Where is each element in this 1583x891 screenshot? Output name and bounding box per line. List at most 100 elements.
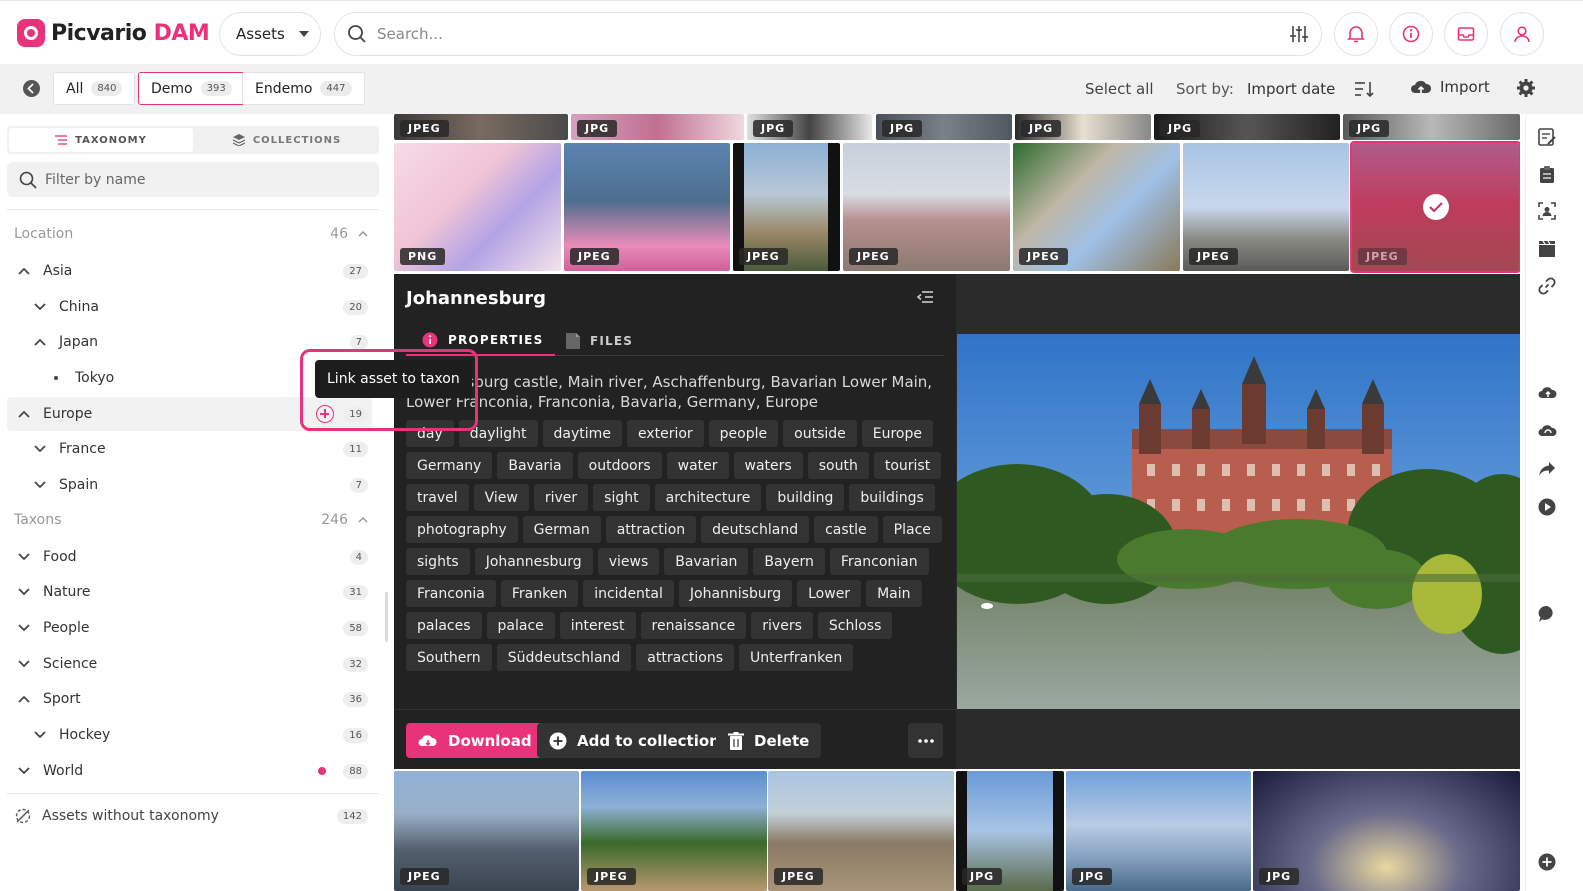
tag-chip[interactable]: outside: [783, 420, 857, 447]
chevron-down-icon[interactable]: [15, 624, 33, 632]
filter-by-name-input[interactable]: [45, 171, 219, 188]
tag-chip[interactable]: sights: [406, 548, 470, 575]
gear-icon[interactable]: [1516, 78, 1536, 98]
chevron-down-icon[interactable]: [15, 553, 33, 561]
tree-item-hockey[interactable]: Hockey 16: [7, 718, 372, 752]
tag-chip[interactable]: photography: [406, 516, 518, 543]
tag-chip[interactable]: Franconia: [406, 580, 496, 607]
tab-files[interactable]: FILES: [566, 326, 633, 356]
tag-chip[interactable]: exterior: [626, 420, 704, 447]
download-button[interactable]: Download: [406, 723, 544, 758]
back-arrow-icon[interactable]: [22, 79, 41, 98]
tag-chip[interactable]: renaissance: [640, 612, 747, 639]
asset-thumbnail[interactable]: JPEG: [394, 771, 579, 891]
tag-chip[interactable]: Schloss: [817, 612, 893, 639]
tag-chip[interactable]: river: [533, 484, 589, 511]
chevron-down-icon[interactable]: [31, 445, 49, 453]
chevron-up-icon[interactable]: [15, 410, 33, 418]
notifications-button[interactable]: [1334, 12, 1378, 56]
import-button[interactable]: Import: [1410, 78, 1490, 96]
chevron-up-icon[interactable]: [358, 517, 368, 523]
user-profile-button[interactable]: [1500, 12, 1544, 56]
chevron-up-icon[interactable]: [31, 338, 49, 346]
asset-thumbnail[interactable]: JPEG: [768, 771, 954, 891]
tree-item-people[interactable]: People 58: [7, 611, 372, 645]
cloud-upload-icon[interactable]: [1538, 385, 1558, 401]
collapse-panel-icon[interactable]: [916, 290, 934, 304]
tag-chip[interactable]: palace: [486, 612, 555, 639]
tag-chip[interactable]: Lower: [797, 580, 862, 607]
share-arrow-icon[interactable]: [1538, 461, 1556, 477]
tree-item-nature[interactable]: Nature 31: [7, 575, 372, 609]
tag-chip[interactable]: Süddeutschland: [496, 644, 632, 671]
more-options-button[interactable]: [908, 723, 943, 758]
tag-chip[interactable]: Bavaria: [497, 452, 573, 479]
tree-item-science[interactable]: Science 32: [7, 647, 372, 681]
tag-chip[interactable]: architecture: [654, 484, 762, 511]
tag-chip[interactable]: building: [766, 484, 845, 511]
tree-item-france[interactable]: France 11: [7, 432, 372, 466]
tag-chip[interactable]: water: [666, 452, 729, 479]
asset-thumbnail[interactable]: JPEG: [564, 143, 730, 271]
sort-dropdown[interactable]: Import date: [1247, 80, 1335, 98]
tab-taxonomy[interactable]: TAXONOMY: [9, 128, 193, 152]
tree-item-food[interactable]: Food 4: [7, 540, 372, 574]
asset-thumbnail[interactable]: JPG: [1154, 114, 1340, 140]
asset-thumbnail[interactable]: JPG: [571, 114, 744, 140]
chevron-up-icon[interactable]: [15, 267, 33, 275]
tag-chip[interactable]: Place: [882, 516, 942, 543]
tag-chip[interactable]: Germany: [406, 452, 493, 479]
tree-item-spain[interactable]: Spain 7: [7, 468, 372, 502]
chevron-down-icon[interactable]: [15, 660, 33, 668]
tag-chip[interactable]: travel: [406, 484, 469, 511]
assets-without-taxonomy[interactable]: Assets without taxonomy 142: [14, 804, 372, 828]
asset-thumbnail-selected[interactable]: JPEG: [1350, 141, 1520, 273]
face-recognition-icon[interactable]: [1538, 202, 1556, 220]
checkmark-icon[interactable]: [1422, 194, 1449, 220]
tag-chip[interactable]: rivers: [751, 612, 813, 639]
tag-chip[interactable]: interest: [559, 612, 636, 639]
search-input[interactable]: [377, 25, 1237, 43]
clipboard-icon[interactable]: [1538, 165, 1556, 183]
filter-sliders-icon[interactable]: [1289, 24, 1309, 44]
brand-logo[interactable]: Picvario DAM: [17, 19, 210, 47]
tag-chip[interactable]: Johannesburg: [474, 548, 593, 575]
tag-chip[interactable]: Unterfranken: [739, 644, 854, 671]
tab-demo[interactable]: Demo 393: [138, 72, 245, 105]
tree-item-asia[interactable]: Asia 27: [7, 254, 372, 288]
link-icon[interactable]: [1538, 277, 1556, 295]
tree-item-china[interactable]: China 20: [7, 290, 372, 324]
tab-collections[interactable]: COLLECTIONS: [195, 126, 379, 154]
tag-chip[interactable]: Franken: [500, 580, 579, 607]
asset-thumbnail[interactable]: JPG: [1015, 114, 1151, 140]
video-clip-icon[interactable]: [1538, 240, 1556, 258]
tag-chip[interactable]: Bayern: [753, 548, 825, 575]
tag-chip[interactable]: Johannisburg: [678, 580, 793, 607]
taxons-section-header[interactable]: Taxons 246: [14, 512, 372, 528]
location-section-header[interactable]: Location 46: [14, 226, 372, 242]
tag-chip[interactable]: people: [708, 420, 779, 447]
asset-thumbnail[interactable]: JPEG: [1183, 143, 1349, 271]
tag-chip[interactable]: Southern: [406, 644, 492, 671]
play-circle-icon[interactable]: [1538, 498, 1556, 516]
tag-chip[interactable]: south: [807, 452, 869, 479]
tab-endemo[interactable]: Endemo 447: [242, 72, 365, 105]
cloud-sync-icon[interactable]: [1538, 423, 1558, 439]
add-to-collection-button[interactable]: Add to collection: [537, 723, 732, 758]
tag-chip[interactable]: sight: [593, 484, 650, 511]
asset-thumbnail[interactable]: JPG: [1253, 771, 1520, 891]
tag-chip[interactable]: Europe: [861, 420, 933, 447]
sidebar-scrollbar[interactable]: [385, 592, 388, 642]
chevron-up-icon[interactable]: [358, 231, 368, 237]
asset-preview-image[interactable]: [957, 334, 1520, 709]
asset-thumbnail[interactable]: JPEG: [843, 143, 1010, 271]
tag-chip[interactable]: incidental: [583, 580, 674, 607]
tag-chip[interactable]: castle: [814, 516, 878, 543]
chevron-down-icon[interactable]: [31, 731, 49, 739]
asset-thumbnail[interactable]: JPEG: [581, 771, 767, 891]
chevron-up-icon[interactable]: [15, 695, 33, 703]
tag-chip[interactable]: buildings: [849, 484, 935, 511]
asset-thumbnail[interactable]: JPG: [1066, 771, 1251, 891]
tag-chip[interactable]: attractions: [636, 644, 734, 671]
tag-chip[interactable]: waters: [733, 452, 803, 479]
